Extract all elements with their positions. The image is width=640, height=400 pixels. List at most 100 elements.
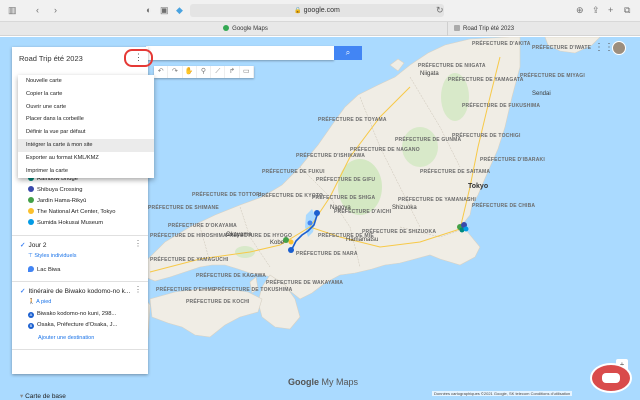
- place-marker-icon: [28, 197, 34, 203]
- stop-b-icon: B: [28, 323, 34, 329]
- extension-icon[interactable]: ▣: [160, 4, 169, 16]
- marker-tokyo-4: [463, 226, 469, 232]
- draw-line-icon[interactable]: ⟋: [211, 66, 226, 78]
- menu-export-kml[interactable]: Exporter au format KML/KMZ: [18, 152, 154, 165]
- marker-tool-icon[interactable]: ⚲: [197, 66, 212, 78]
- basemap-label: Carte de base: [25, 393, 66, 400]
- map-panel: Road Trip été 2023 ⋮ Rainbow Bridge Shib…: [12, 47, 154, 400]
- menu-new-map[interactable]: Nouvelle carte: [18, 75, 154, 88]
- sidebar-toggle-icon[interactable]: ▥: [8, 4, 17, 16]
- marker-a: [314, 210, 320, 216]
- back-icon[interactable]: ‹: [36, 4, 39, 16]
- tab-google-maps[interactable]: Google Maps: [40, 22, 448, 36]
- label-fukui: PRÉFECTURE DE FUKUI: [262, 169, 325, 175]
- styles-label: Styles individuels: [34, 253, 77, 259]
- avatar[interactable]: [612, 41, 626, 55]
- highlight-ring: [124, 49, 153, 67]
- map-canvas[interactable]: PRÉFECTURE DE NIIGATA PRÉFECTURE DE FUKU…: [0, 37, 640, 400]
- layer-title: Itinéraire de Biwako kodomo-no k...: [28, 288, 131, 295]
- basemap-toggle[interactable]: ▾ Carte de base: [20, 392, 66, 400]
- place-label: Shibuya Crossing: [37, 187, 83, 193]
- label-wakayama: PRÉFECTURE DE WAKAYAMA: [266, 280, 344, 286]
- menu-copy-map[interactable]: Copier la carte: [18, 88, 154, 101]
- menu-open-map[interactable]: Ouvrir une carte: [18, 101, 154, 114]
- browser-toolbar: ▥ ‹ › ◐ ▣ ◆ 🔒 google.com ↻ ⊕ ⇪ + ⧉: [0, 0, 640, 22]
- divider: [12, 281, 148, 282]
- label-yamagata: PRÉFECTURE DE YAMAGATA: [448, 77, 524, 83]
- marker-b: [288, 247, 294, 253]
- shield-icon[interactable]: ◐: [146, 4, 151, 16]
- city-niigata: Niigata: [420, 71, 439, 77]
- label-kyoto: PRÉFECTURE DE KYOTO: [258, 193, 324, 199]
- stop-label: Osaka, Préfecture d'Osaka, J...: [37, 322, 118, 328]
- hand-icon[interactable]: ✋: [183, 66, 197, 78]
- place-item[interactable]: Lac Biwa: [28, 266, 61, 273]
- label-iwate: PRÉFECTURE D'IWATE: [532, 45, 592, 51]
- city-shizuoka: Shizuoka: [392, 205, 417, 211]
- place-label: Lac Biwa: [37, 267, 61, 273]
- menu-embed[interactable]: Intégrer la carte à mon site: [18, 138, 154, 152]
- place-marker-icon: [28, 208, 34, 214]
- maps-favicon-icon: [223, 25, 230, 31]
- label-gunma: PRÉFECTURE DE GUNMA: [395, 137, 462, 143]
- forward-icon[interactable]: ›: [54, 4, 57, 16]
- place-label: The National Art Center, Tokyo: [37, 209, 116, 215]
- travel-mode[interactable]: 🚶 A pied: [28, 299, 51, 305]
- address-text: google.com: [303, 7, 340, 14]
- undo-icon[interactable]: ↶: [154, 66, 169, 78]
- label-ishikawa: PRÉFECTURE D'ISHIKAWA: [296, 153, 366, 159]
- place-item[interactable]: Shibuya Crossing: [28, 186, 82, 193]
- walk-icon: 🚶: [28, 299, 37, 305]
- styles-link[interactable]: ⊤ Styles individuels: [28, 253, 77, 259]
- route-stop-a[interactable]: A Biwako kodomo-no kuni, 298...: [28, 311, 116, 318]
- label-shimane: PRÉFECTURE DE SHIMANE: [148, 205, 219, 211]
- sado-shape: [389, 58, 405, 72]
- place-label: Sumida Hokusai Museum: [37, 220, 104, 226]
- layer-route[interactable]: ✓ Itinéraire de Biwako kodomo-no k...: [20, 287, 130, 295]
- map-title[interactable]: Road Trip été 2023: [19, 54, 83, 63]
- share-icon[interactable]: ⇪: [592, 4, 600, 16]
- marker-lake: [307, 220, 313, 226]
- tab-road-trip[interactable]: Road Trip été 2023: [448, 22, 640, 36]
- layer-day2[interactable]: ✓ Jour 2: [20, 241, 47, 249]
- stop-label: Biwako kodomo-no kuni, 298...: [37, 311, 117, 317]
- extension-2-icon[interactable]: ◆: [176, 4, 183, 16]
- label-toyama: PRÉFECTURE DE TOYAMA: [318, 117, 387, 123]
- place-item[interactable]: Sumida Hokusai Museum: [28, 219, 103, 226]
- add-destination-link[interactable]: Ajouter une destination: [38, 335, 94, 341]
- city-hamamatsu: Hamamatsu: [346, 237, 379, 243]
- ruler-icon[interactable]: ▭: [240, 66, 254, 78]
- menu-default-view[interactable]: Définir la vue par défaut: [18, 126, 154, 139]
- divider: [12, 235, 148, 236]
- apps-grid-icon[interactable]: ⋮⋮: [594, 43, 614, 53]
- label-ibaraki: PRÉFECTURE D'IBARAKI: [480, 157, 545, 163]
- logo-mymaps: My Maps: [321, 377, 359, 387]
- search-input[interactable]: [146, 46, 334, 60]
- redo-icon[interactable]: ↷: [168, 66, 183, 78]
- tab-label: Google Maps: [232, 26, 268, 32]
- route-stop-b[interactable]: B Osaka, Préfecture d'Osaka, J...: [28, 322, 117, 329]
- label-miyagi: PRÉFECTURE DE MIYAGI: [520, 73, 585, 79]
- menu-print[interactable]: Imprimer la carte: [18, 165, 154, 178]
- label-chiba: PRÉFECTURE DE CHIBA: [472, 203, 536, 209]
- place-item[interactable]: The National Art Center, Tokyo: [28, 208, 116, 215]
- new-tab-icon[interactable]: +: [608, 4, 613, 16]
- checkbox-icon[interactable]: ✓: [20, 288, 25, 295]
- city-kobe: Kobe: [270, 240, 285, 246]
- map-attribution[interactable]: Données cartographiques ©2021 Google, SK…: [432, 391, 573, 396]
- logo-google: Google: [288, 377, 319, 387]
- reload-icon[interactable]: ↻: [436, 4, 444, 16]
- layer-options-icon[interactable]: ⋮: [134, 285, 142, 294]
- layer-options-icon[interactable]: ⋮: [134, 239, 142, 248]
- checkbox-icon[interactable]: ✓: [20, 242, 25, 249]
- downloads-icon[interactable]: ⊕: [576, 4, 584, 16]
- city-okayama: Okayama: [226, 232, 252, 238]
- layer-title: Jour 2: [28, 242, 47, 249]
- tab-overview-icon[interactable]: ⧉: [624, 4, 630, 16]
- directions-icon[interactable]: ↱: [225, 66, 240, 78]
- address-bar[interactable]: 🔒 google.com: [190, 4, 444, 17]
- place-item[interactable]: Jardin Hama-Rikyū: [28, 197, 86, 204]
- menu-trash[interactable]: Placer dans la corbeille: [18, 113, 154, 126]
- search-button[interactable]: ⌕: [334, 46, 362, 60]
- city-tokyo: Tokyo: [468, 183, 489, 190]
